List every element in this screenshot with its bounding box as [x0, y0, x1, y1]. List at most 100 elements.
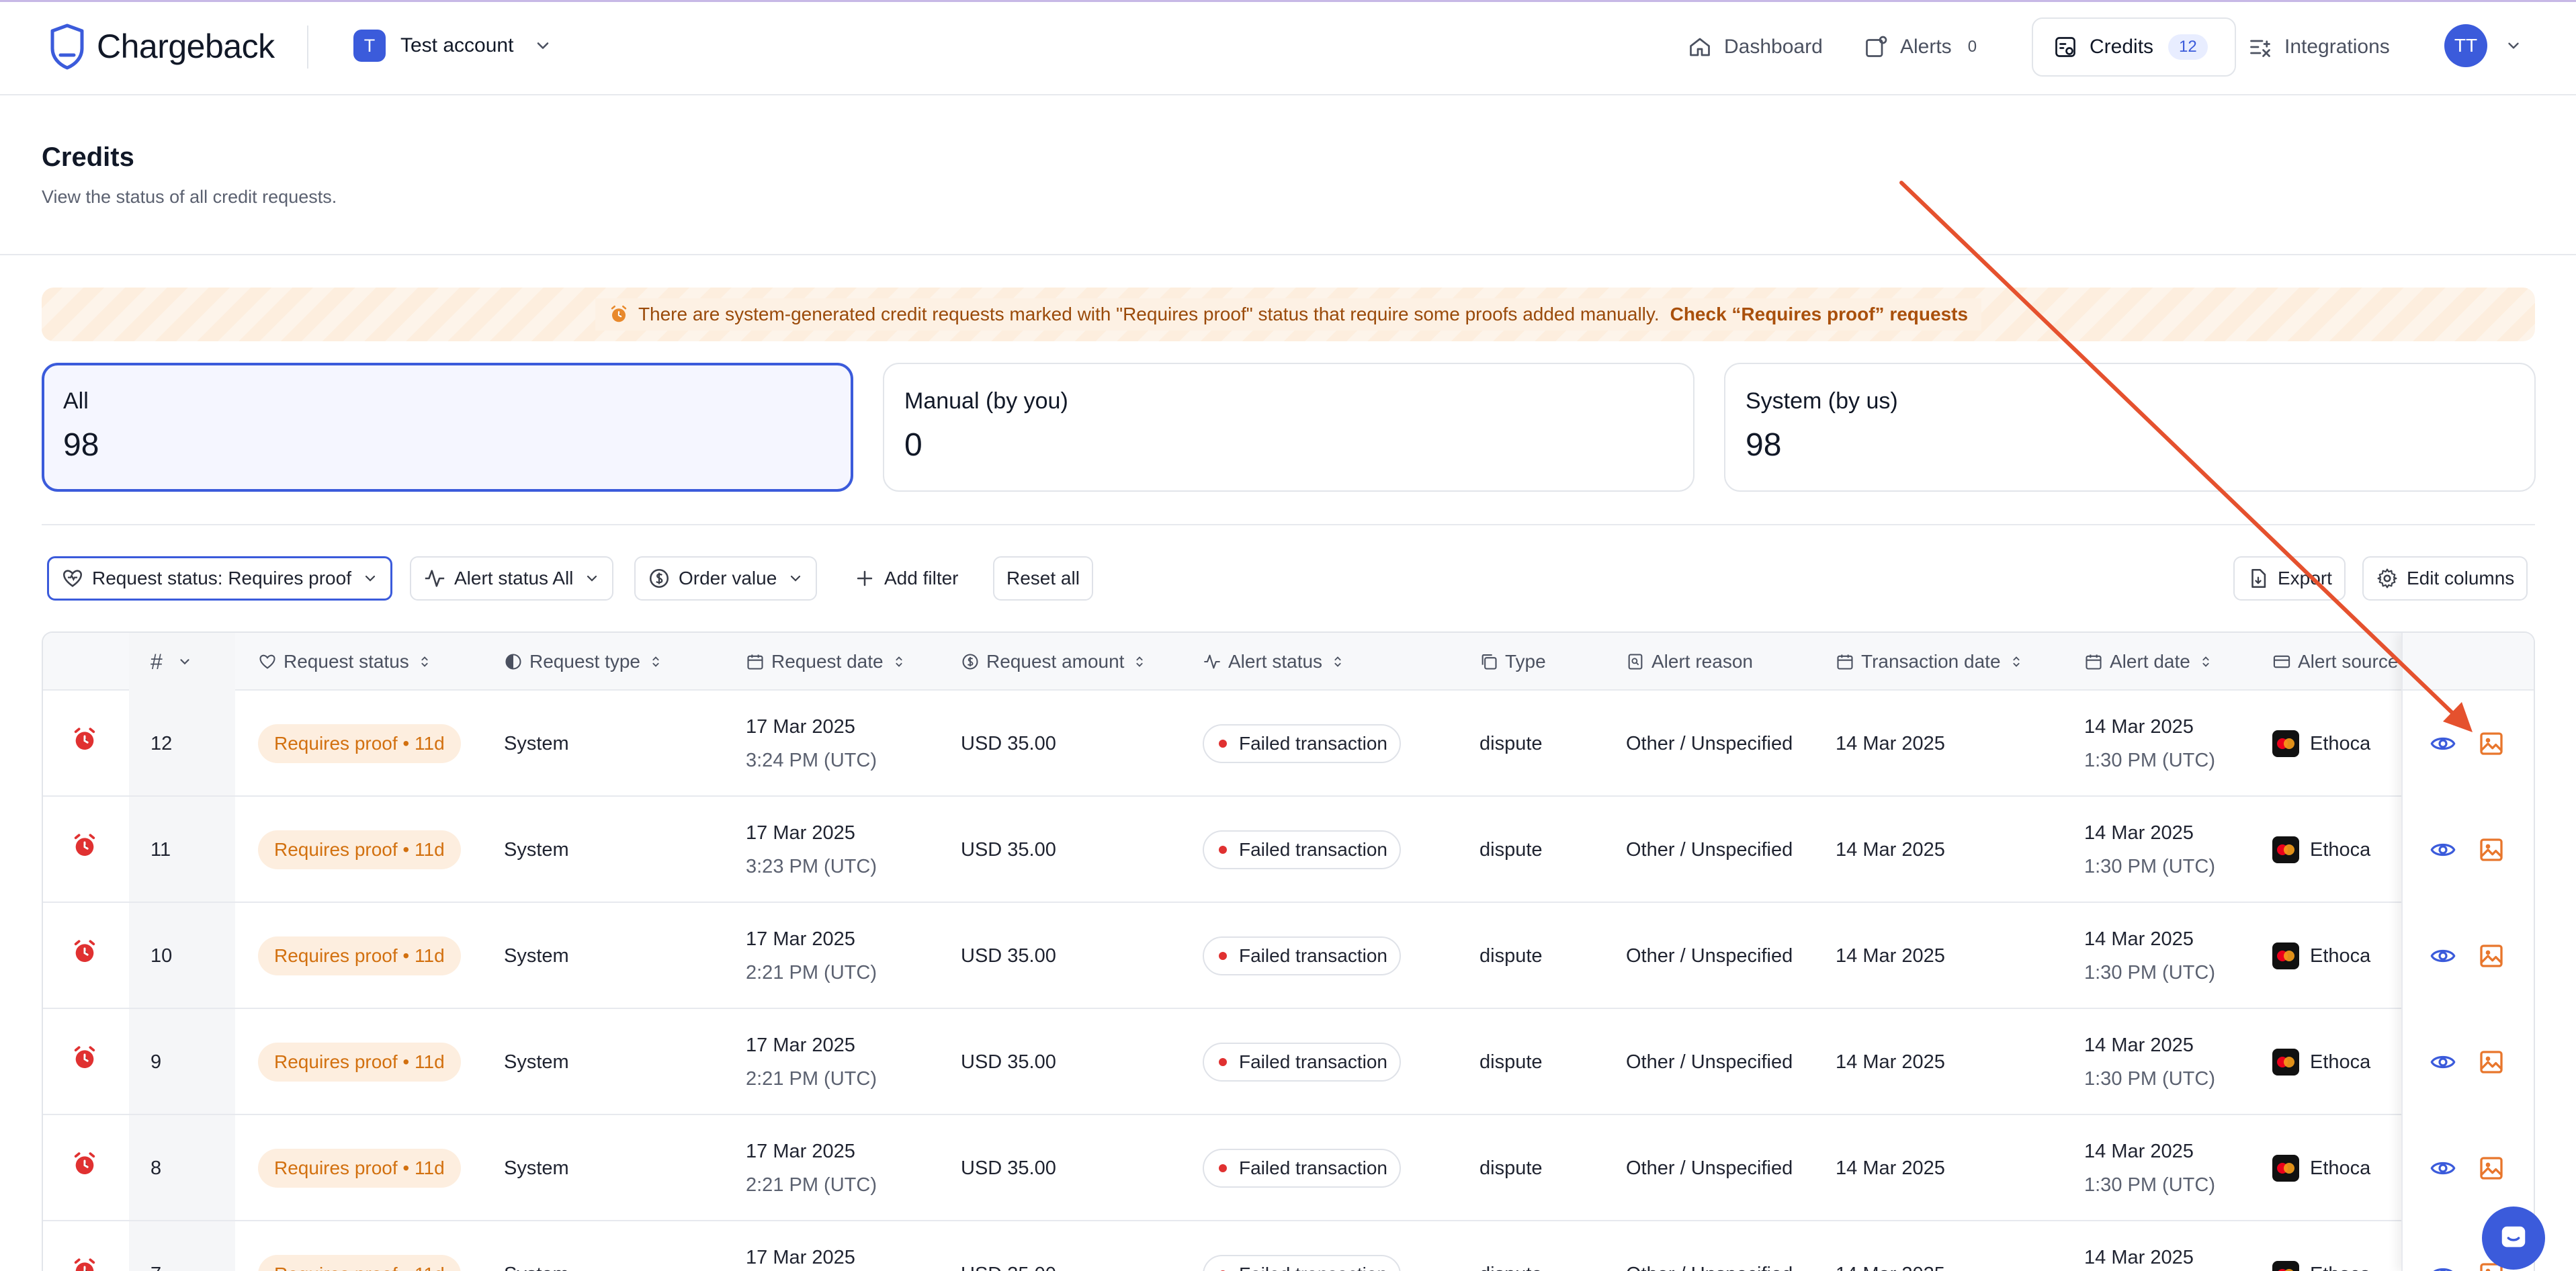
stat-card-manual[interactable]: Manual (by you) 0	[883, 363, 1694, 492]
alert-reason: Other / Unspecified	[1626, 1051, 1793, 1073]
alert-status-label: Failed transaction	[1239, 733, 1388, 754]
view-eye-icon[interactable]	[2430, 1049, 2456, 1076]
add-proof-image-icon[interactable]	[2478, 1049, 2505, 1076]
request-amount: USD 35.00	[961, 839, 1056, 861]
col-header-alert-status[interactable]: Alert status	[1203, 633, 1352, 691]
account-switcher[interactable]: T Test account	[353, 30, 552, 62]
nav-credits[interactable]: Credits 12	[2032, 17, 2236, 77]
col-header-alert-reason[interactable]: Alert reason	[1626, 633, 1753, 691]
table-row[interactable]: 10 Requires proof • 11d System 17 Mar 2025 2…	[43, 903, 2534, 1009]
alert-reason: Other / Unspecified	[1626, 839, 1793, 861]
col-header-type[interactable]: Type	[1479, 633, 1546, 691]
transaction-date: 14 Mar 2025	[1836, 733, 1945, 754]
request-date: 17 Mar 2025	[746, 1241, 855, 1271]
chat-launcher-button[interactable]	[2482, 1207, 2545, 1270]
credits-table: # Request status Request type Request da…	[42, 631, 2535, 1271]
header-divider	[0, 254, 2576, 255]
chevron-down-icon	[2508, 42, 2519, 49]
filter-request-status[interactable]: Request status: Requires proof	[47, 556, 392, 601]
alert-source-label: Ethoca	[2310, 1157, 2371, 1179]
sort-icon	[895, 656, 902, 667]
alert-date-day: 14 Mar 2025	[2084, 1247, 2194, 1268]
alert-status-badge: Failed transaction	[1203, 724, 1402, 763]
table-row[interactable]: 7 Requires proof • 11d System 17 Mar 2025 US…	[43, 1221, 2534, 1271]
add-proof-image-icon[interactable]	[2478, 1155, 2505, 1182]
col-header-alert-source[interactable]: Alert source	[2272, 633, 2398, 691]
alert-type: dispute	[1479, 733, 1543, 754]
alert-source-label: Ethoca	[2310, 945, 2371, 967]
alert-icon	[1866, 36, 1887, 57]
col-header-alert-date[interactable]: Alert date	[2084, 633, 2220, 691]
request-type: System	[504, 1051, 569, 1073]
requires-proof-banner: There are system-generated credit reques…	[42, 288, 2535, 341]
plus-icon	[857, 570, 873, 586]
col-header-request-status[interactable]: Request status	[258, 633, 439, 691]
stat-card-all[interactable]: All 98	[42, 363, 853, 492]
reset-all-button[interactable]: Reset all	[993, 556, 1093, 601]
table-row[interactable]: 12 Requires proof • 11d System 17 Mar 2025 3…	[43, 691, 2534, 797]
status-dot	[1219, 740, 1227, 748]
alert-date-day: 14 Mar 2025	[2084, 1141, 2194, 1162]
add-filter-label: Add filter	[884, 568, 959, 588]
col-header-request-type[interactable]: Request type	[504, 633, 670, 691]
add-filter-button[interactable]: Add filter	[841, 556, 971, 601]
alert-source-label: Ethoca	[2310, 1051, 2371, 1073]
table-row[interactable]: 8 Requires proof • 11d System 17 Mar 2025 2:…	[43, 1115, 2534, 1221]
col-header-transaction-date[interactable]: Transaction date	[1836, 633, 2030, 691]
col-header-label: Request date	[771, 651, 884, 672]
request-date-day: 17 Mar 2025	[746, 1035, 855, 1056]
alarm-clock-icon	[74, 1046, 95, 1068]
view-eye-icon[interactable]	[2430, 1155, 2456, 1182]
mastercard-logo-icon	[2272, 943, 2299, 969]
user-menu[interactable]: TT	[2444, 24, 2522, 67]
col-header-label: Alert date	[2110, 651, 2190, 672]
brand[interactable]: Chargeback	[48, 23, 275, 70]
alert-type: dispute	[1479, 839, 1543, 861]
request-date-time: 2:21 PM (UTC)	[746, 962, 877, 983]
alert-source-label: Ethoca	[2310, 838, 2371, 861]
activity-icon	[1204, 654, 1220, 669]
alert-status-label: Failed transaction	[1239, 839, 1388, 860]
add-proof-image-icon[interactable]	[2478, 836, 2505, 863]
alert-reason: Other / Unspecified	[1626, 945, 1793, 967]
credits-icon	[2055, 37, 2075, 57]
col-header-request-amount[interactable]: Request amount	[961, 633, 1154, 691]
col-header-label: Type	[1505, 651, 1546, 672]
view-eye-icon[interactable]	[2430, 730, 2456, 757]
add-proof-image-icon[interactable]	[2478, 730, 2505, 757]
banner-link[interactable]: Check “Requires proof” requests	[1670, 304, 1968, 325]
request-amount: USD 35.00	[961, 1264, 1056, 1271]
home-icon	[1690, 38, 1710, 56]
table-row[interactable]: 11 Requires proof • 11d System 17 Mar 2025 3…	[43, 797, 2534, 903]
view-eye-icon[interactable]	[2430, 836, 2456, 863]
col-header-number[interactable]: #	[151, 633, 199, 691]
view-eye-icon[interactable]	[2430, 1261, 2456, 1271]
edit-columns-label: Edit columns	[2407, 568, 2515, 588]
dollar-circle-icon	[649, 568, 669, 588]
table-row[interactable]: 9 Requires proof • 11d System 17 Mar 2025 2:…	[43, 1009, 2534, 1115]
filter-alert-status[interactable]: Alert status All	[410, 556, 614, 601]
alarm-clock-icon	[611, 305, 627, 322]
filter-order-value[interactable]: Order value	[634, 556, 818, 601]
chevron-down-icon	[180, 659, 189, 665]
alert-status-label: Failed transaction	[1239, 1051, 1388, 1072]
mastercard-logo-icon	[2272, 1155, 2299, 1182]
nav-integrations[interactable]: Integrations	[2248, 17, 2390, 77]
stat-card-system[interactable]: System (by us) 98	[1724, 363, 2536, 492]
edit-columns-button[interactable]: Edit columns	[2362, 556, 2528, 601]
document-search-icon	[1628, 654, 1643, 670]
alert-status-label: Failed transaction	[1239, 945, 1388, 966]
row-actions-header	[2403, 633, 2534, 691]
col-header-request-date[interactable]: Request date	[746, 633, 913, 691]
nav-alerts[interactable]: Alerts 0	[1864, 17, 1977, 77]
nav-integrations-label: Integrations	[2284, 36, 2390, 58]
request-date-time: 2:21 PM (UTC)	[746, 1068, 877, 1090]
alert-status-badge: Failed transaction	[1203, 936, 1402, 975]
view-eye-icon[interactable]	[2430, 943, 2456, 969]
export-button[interactable]: Export	[2233, 556, 2346, 601]
alert-source: Ethoca	[2272, 1049, 2370, 1076]
nav-dashboard[interactable]: Dashboard	[1688, 17, 1823, 77]
alert-date-day: 14 Mar 2025	[2084, 822, 2194, 844]
banner-content: There are system-generated credit reques…	[595, 298, 1982, 331]
add-proof-image-icon[interactable]	[2478, 943, 2505, 969]
